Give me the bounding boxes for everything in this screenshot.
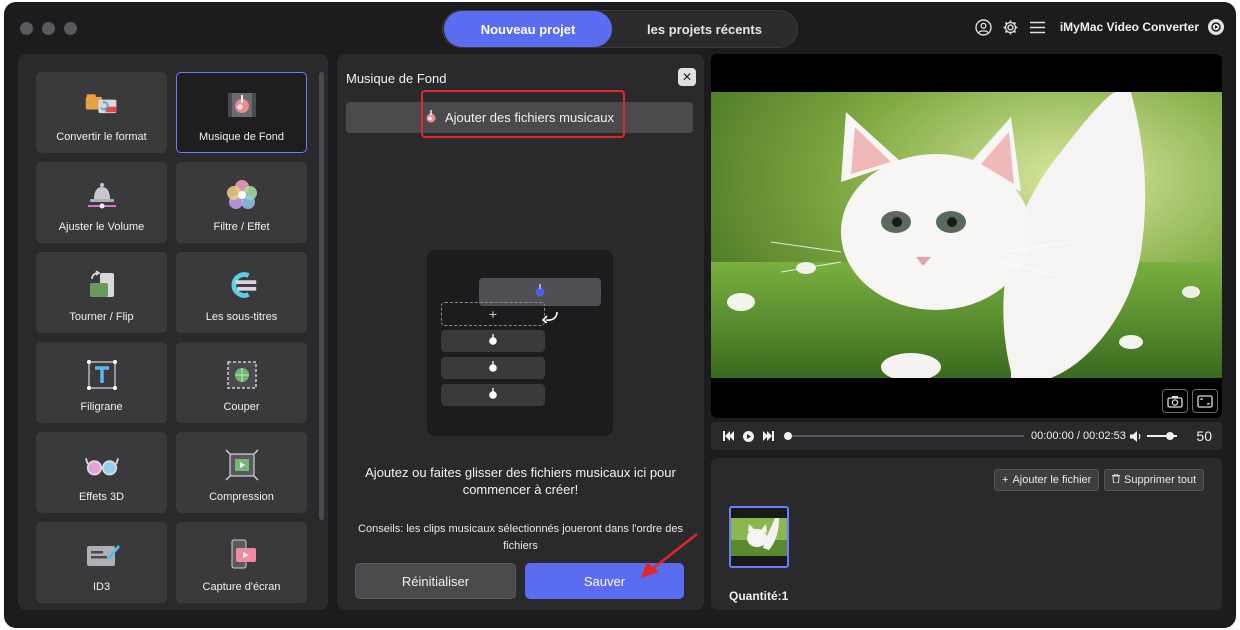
delete-all-label: Supprimer tout: [1124, 474, 1197, 486]
tool-rotate-flip[interactable]: Tourner / Flip: [36, 252, 167, 333]
video-frame: [711, 92, 1222, 378]
reset-button[interactable]: Réinitialiser: [355, 563, 516, 599]
tool-label: Les sous-titres: [205, 311, 278, 323]
menu-icon[interactable]: [1029, 18, 1047, 36]
music-track: [441, 384, 545, 406]
background-music-panel: Musique de Fond ✕ Ajouter des fichiers m…: [337, 54, 704, 610]
music-bag-icon: [488, 386, 498, 404]
brand-name: iMyMac Video Converter: [1059, 20, 1199, 34]
app-window: Nouveau projet les projets récents iMyMa…: [4, 2, 1236, 628]
tool-screen-capture[interactable]: Capture d'écran: [176, 522, 307, 603]
tool-background-music[interactable]: Musique de Fond: [176, 72, 307, 153]
progress-track[interactable]: [788, 435, 1024, 437]
music-bag-icon: [534, 283, 546, 302]
fullscreen-button[interactable]: [1192, 389, 1218, 413]
highlight-box: [421, 90, 625, 138]
file-list-panel: + Ajouter le fichier Supprimer tout Quan…: [711, 458, 1222, 610]
tool-label: Effets 3D: [78, 491, 125, 503]
tool-label: Tourner / Flip: [69, 311, 134, 323]
tool-label: Filtre / Effet: [213, 221, 270, 233]
volume-value: 50: [1196, 428, 1212, 444]
tool-watermark[interactable]: Filigrane: [36, 342, 167, 423]
drop-instructions: Ajoutez ou faites glisser des fichiers m…: [365, 465, 676, 497]
tool-label: Capture d'écran: [202, 581, 281, 593]
maximize-window-button[interactable]: [64, 22, 77, 35]
drop-arrow-icon: [541, 310, 559, 328]
drop-slot: +: [441, 302, 545, 326]
tool-3d-effects[interactable]: Effets 3D: [36, 432, 167, 513]
annotation-arrow-icon: [637, 532, 699, 585]
3d-glasses-icon: [84, 449, 120, 481]
tool-label: Ajuster le Volume: [58, 221, 145, 233]
brand-logo-icon: [1208, 19, 1224, 35]
project-tabs: Nouveau projet les projets récents: [442, 10, 798, 48]
crop-icon: [224, 359, 260, 391]
video-preview: [711, 54, 1222, 418]
playback-controls: 00:00:00 / 00:02:53 50: [711, 422, 1222, 450]
video-thumbnail[interactable]: [729, 506, 789, 568]
panel-title: Musique de Fond: [346, 71, 447, 86]
add-file-button[interactable]: + Ajouter le fichier: [994, 469, 1100, 491]
window-controls: [20, 22, 77, 35]
screen-capture-icon: [224, 539, 260, 571]
tool-crop[interactable]: Couper: [176, 342, 307, 423]
minimize-window-button[interactable]: [42, 22, 55, 35]
volume-bell-icon: [84, 179, 120, 211]
delete-all-button[interactable]: Supprimer tout: [1104, 469, 1205, 491]
filter-effect-icon: [224, 179, 260, 211]
play-icon[interactable]: [741, 429, 755, 443]
close-window-button[interactable]: [20, 22, 33, 35]
tool-label: Compression: [209, 491, 274, 503]
tools-panel: Convertir le format Musique de Fond Ajus…: [18, 54, 328, 610]
snapshot-camera-button[interactable]: [1162, 389, 1188, 413]
add-file-label: Ajouter le fichier: [1012, 474, 1092, 486]
convert-format-icon: [84, 89, 120, 121]
skip-back-icon[interactable]: [721, 429, 735, 443]
volume-icon[interactable]: [1129, 429, 1143, 443]
tab-new-project[interactable]: Nouveau projet: [444, 11, 612, 47]
skip-forward-icon[interactable]: [761, 429, 775, 443]
tool-filter-effect[interactable]: Filtre / Effet: [176, 162, 307, 243]
volume-knob[interactable]: [1166, 432, 1174, 440]
trash-icon: [1112, 473, 1120, 486]
tool-compression[interactable]: Compression: [176, 432, 307, 513]
user-account-icon[interactable]: [975, 18, 993, 36]
plus-icon: +: [1002, 474, 1009, 486]
subtitles-icon: [224, 269, 260, 301]
tool-label: Filigrane: [80, 401, 123, 413]
id3-tag-icon: [84, 539, 120, 571]
drop-illustration: +: [427, 250, 613, 436]
tool-convert-format[interactable]: Convertir le format: [36, 72, 167, 153]
settings-gear-icon[interactable]: [1002, 18, 1020, 36]
music-bag-icon: [488, 359, 498, 377]
tab-recent-projects[interactable]: les projets récents: [612, 11, 797, 47]
playback-time: 00:00:00 / 00:02:53: [1031, 430, 1126, 442]
music-track: [441, 357, 545, 379]
background-music-icon: [224, 89, 260, 121]
tool-label: Couper: [223, 401, 260, 413]
tool-label: ID3: [92, 581, 111, 593]
file-quantity: Quantité:1: [729, 589, 789, 603]
compression-icon: [224, 449, 260, 481]
rotate-flip-icon: [84, 269, 120, 301]
tool-adjust-volume[interactable]: Ajuster le Volume: [36, 162, 167, 243]
tool-id3[interactable]: ID3: [36, 522, 167, 603]
watermark-icon: [84, 359, 120, 391]
close-panel-button[interactable]: ✕: [678, 68, 696, 86]
progress-knob[interactable]: [784, 432, 792, 440]
tool-label: Musique de Fond: [199, 131, 284, 143]
music-bag-icon: [488, 332, 498, 350]
tools-grid: Convertir le format Musique de Fond Ajus…: [36, 72, 307, 603]
top-right-toolbar: iMyMac Video Converter: [975, 18, 1224, 36]
tool-label: Convertir le format: [56, 131, 147, 143]
tools-scrollbar[interactable]: [319, 72, 324, 520]
tool-subtitles[interactable]: Les sous-titres: [176, 252, 307, 333]
music-track: [441, 330, 545, 352]
